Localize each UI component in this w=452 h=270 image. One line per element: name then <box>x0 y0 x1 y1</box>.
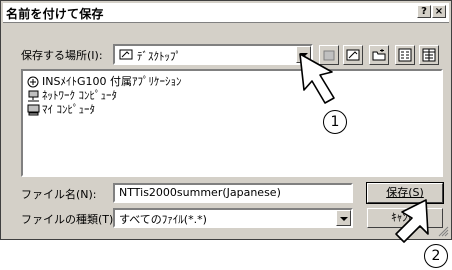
filename-input[interactable]: NTTis2000summer(Japanese) <box>113 183 353 203</box>
resize-grip-icon[interactable] <box>438 226 449 237</box>
save-as-dialog: 名前を付けて保存 ? × 保存する場所(I): ﾃﾞｽｸﾄｯﾌﾟ INSﾒｲﾄG… <box>0 0 452 240</box>
new-folder-button[interactable] <box>369 45 389 65</box>
cursor-arrow-icon <box>299 53 335 104</box>
chevron-down-icon[interactable] <box>336 210 351 226</box>
save-in-value: ﾃﾞｽｸﾄｯﾌﾟ <box>137 50 181 63</box>
save-in-dropdown[interactable]: ﾃﾞｽｸﾄｯﾌﾟ <box>113 44 313 65</box>
list-view-button[interactable] <box>395 45 415 65</box>
step-2-marker: 2 <box>424 244 448 268</box>
filetype-dropdown[interactable]: すべてのﾌｧｲﾙ(*.*) <box>113 208 353 228</box>
close-button[interactable]: × <box>432 5 446 18</box>
list-item[interactable]: ﾏｲ ｺﾝﾋﾟｭｰﾀ <box>27 101 95 116</box>
cursor-arrow-icon <box>395 199 429 243</box>
new-folder-icon <box>372 49 386 61</box>
desktop-icon <box>346 49 360 61</box>
filename-value: NTTis2000summer(Japanese) <box>119 186 281 199</box>
list-view-icon <box>398 48 412 62</box>
filetype-value: すべてのﾌｧｲﾙ(*.*) <box>119 213 207 226</box>
desktop-button[interactable] <box>343 45 363 65</box>
details-view-button[interactable] <box>419 45 439 65</box>
filename-label: ファイル名(N): <box>21 188 97 201</box>
dialog-title: 名前を付けて保存 <box>6 7 104 21</box>
list-item-label: ﾏｲ ｺﾝﾋﾟｭｰﾀ <box>42 103 95 116</box>
title-bar: 名前を付けて保存 ? × <box>3 3 449 23</box>
help-button[interactable]: ? <box>417 5 431 18</box>
my-computer-icon <box>27 104 40 116</box>
step-1-marker: 1 <box>323 110 347 134</box>
file-list[interactable]: INSﾒｲﾄG100 付属ｱﾌﾟﾘｹｰｼｮﾝ ﾈｯﾄﾜｰｸ ｺﾝﾋﾟｭｰﾀ ﾏｲ… <box>21 69 443 177</box>
details-view-icon <box>422 48 436 62</box>
save-in-label: 保存する場所(I): <box>21 49 103 62</box>
list-item[interactable]: INSﾒｲﾄG100 付属ｱﾌﾟﾘｹｰｼｮﾝ <box>27 73 181 88</box>
desktop-icon <box>119 49 133 60</box>
list-item[interactable]: ﾈｯﾄﾜｰｸ ｺﾝﾋﾟｭｰﾀ <box>27 87 117 102</box>
filetype-label: ファイルの種類(T): <box>21 213 118 226</box>
